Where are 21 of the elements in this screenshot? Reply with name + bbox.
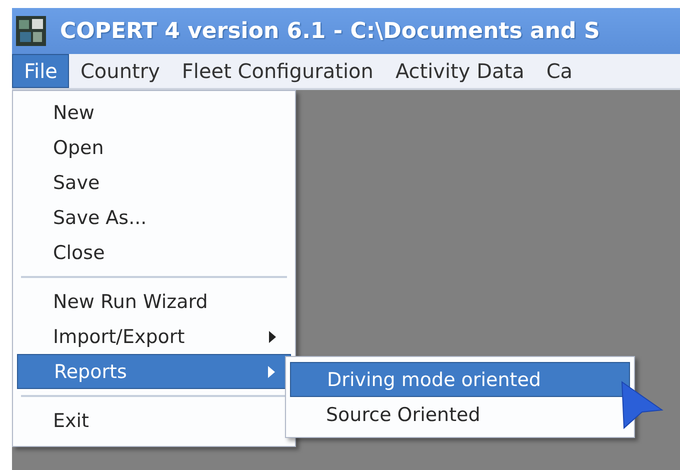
menu-item[interactable]: Driving mode oriented	[290, 362, 630, 397]
menu-item[interactable]: Ca	[535, 54, 584, 88]
pointer-cursor-icon	[620, 380, 664, 430]
submenu-arrow-icon	[268, 330, 277, 344]
menu-item[interactable]: Save	[17, 165, 291, 200]
menu-item[interactable]: Country	[69, 54, 171, 88]
menu-item[interactable]: Exit	[17, 403, 291, 438]
menu-item[interactable]: New	[17, 95, 291, 130]
menu-item[interactable]: Activity Data	[384, 54, 536, 88]
menu-item[interactable]: Import/Export	[17, 319, 291, 354]
menu-item[interactable]: Open	[17, 130, 291, 165]
menu-item[interactable]: File	[12, 54, 70, 88]
menu-item[interactable]: Reports	[17, 354, 291, 389]
menu-item[interactable]: Fleet Configuration	[170, 54, 384, 88]
menu-item[interactable]: Close	[17, 235, 291, 270]
menu-item[interactable]: Save As...	[17, 200, 291, 235]
app-icon	[16, 16, 46, 46]
menu-item[interactable]: Source Oriented	[290, 397, 630, 432]
window-title: COPERT 4 version 6.1 - C:\Documents and S	[60, 18, 600, 44]
submenu-arrow-icon	[267, 364, 276, 378]
menu-item[interactable]: New Run Wizard	[17, 284, 291, 319]
